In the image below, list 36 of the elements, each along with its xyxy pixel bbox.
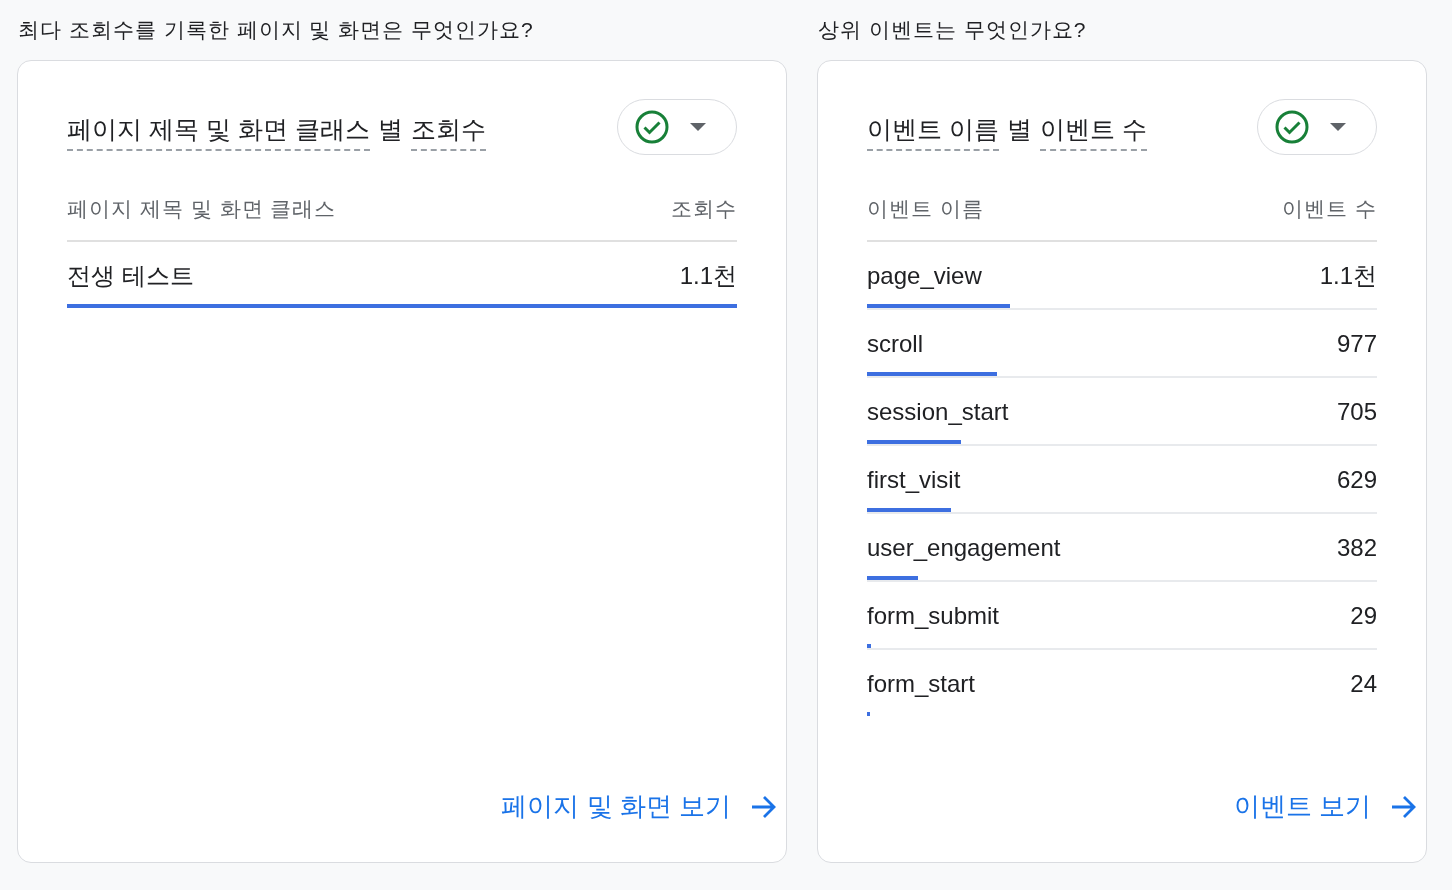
arrow-right-icon	[1391, 794, 1417, 819]
check-circle-icon	[1274, 108, 1310, 145]
column-header: 조회수	[671, 195, 737, 222]
metric-title[interactable]: 이벤트 수	[1039, 110, 1147, 151]
row-value: 977	[1336, 329, 1377, 359]
view-more-link[interactable]: 페이지 및 화면 보기	[501, 787, 777, 826]
row-label[interactable]: first_visit	[867, 462, 961, 498]
row-value: 1.1천	[1319, 261, 1377, 291]
row-value: 24	[1350, 669, 1377, 699]
column-header: 페이지 제목 및 화면 클래스	[67, 195, 337, 222]
row-value: 29	[1350, 601, 1377, 631]
caret-icon	[1330, 122, 1346, 131]
row-label[interactable]: 전생 테스트	[67, 258, 194, 294]
row-label[interactable]: session_start	[867, 394, 1009, 430]
row-label[interactable]: scroll	[867, 326, 923, 362]
row-label[interactable]: form_start	[867, 666, 976, 702]
column-header: 이벤트 수	[1282, 195, 1377, 222]
title-connector: 별	[377, 113, 403, 145]
caret-icon	[690, 122, 706, 131]
row-label[interactable]: form_submit	[867, 598, 1000, 634]
view-more-link[interactable]: 이벤트 보기	[1233, 787, 1417, 826]
row-value: 705	[1336, 397, 1377, 427]
column-header: 이벤트 이름	[867, 195, 984, 222]
row-value: 382	[1336, 533, 1377, 563]
section-heading: 상위 이벤트는 무엇인가요?	[818, 17, 1088, 43]
dimension-title[interactable]: 이벤트 이름	[867, 110, 999, 151]
metric-title[interactable]: 조회수	[410, 110, 486, 151]
check-circle-icon	[634, 108, 670, 145]
row-label[interactable]: page_view	[867, 258, 982, 294]
dimension-title[interactable]: 페이지 제목 및 화면 클래스	[67, 110, 370, 151]
row-value: 629	[1336, 465, 1377, 495]
title-connector: 별	[1006, 113, 1032, 145]
section-heading: 최다 조회수를 기록한 페이지 및 화면은 무엇인가요?	[18, 17, 535, 43]
arrow-right-icon	[751, 794, 777, 819]
row-label[interactable]: user_engagement	[867, 530, 1061, 566]
row-value: 1.1천	[679, 261, 737, 291]
